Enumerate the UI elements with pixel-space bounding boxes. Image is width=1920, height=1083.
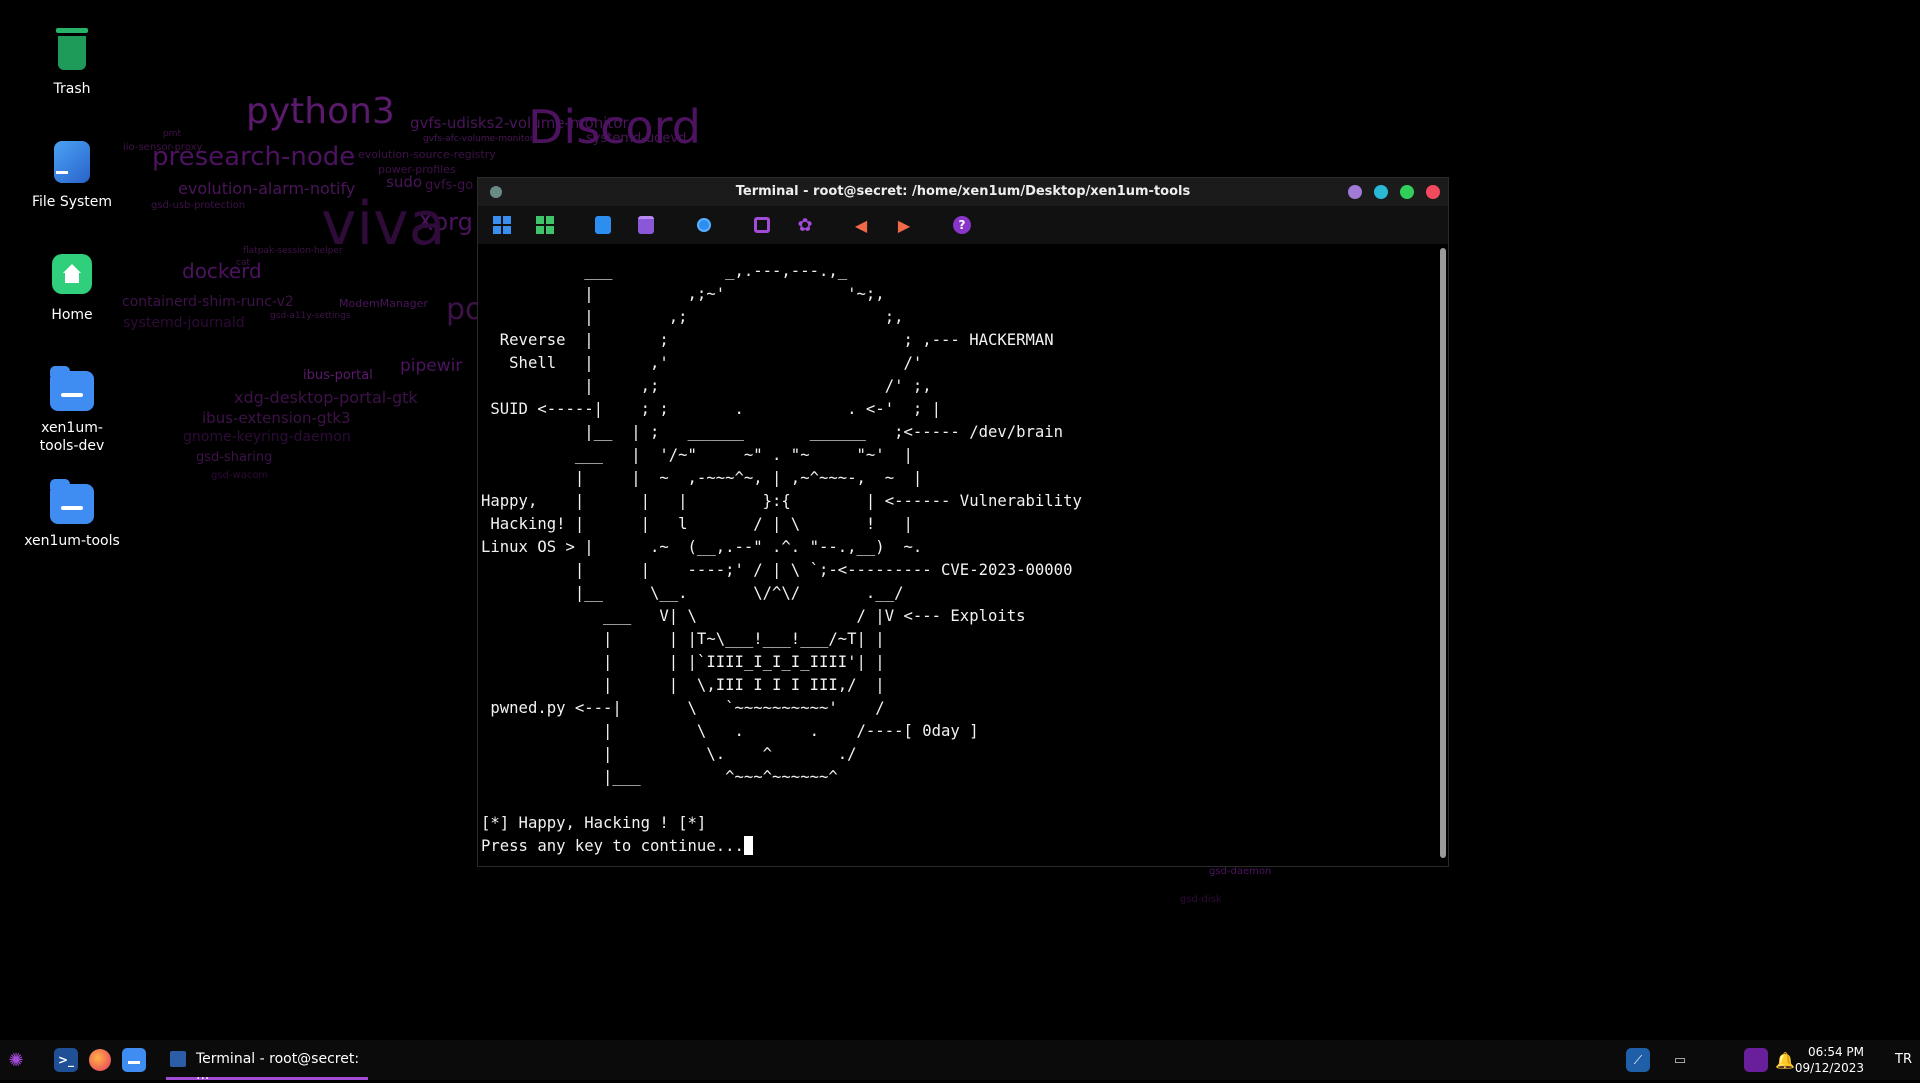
wallpaper-word: gvfs-afc-volume-monitor [423, 134, 534, 144]
wallpaper-word: ibus-portal [303, 368, 373, 383]
desktop-icon-home[interactable]: Home [12, 252, 132, 324]
desktop-icon-label: xen1um- tools-dev [39, 420, 105, 454]
clipboard-icon[interactable] [1744, 1048, 1768, 1072]
folder-icon [48, 478, 96, 526]
text-cursor [743, 836, 753, 855]
copy-icon[interactable] [593, 215, 613, 235]
keyboard-layout[interactable]: TR [1895, 1052, 1912, 1067]
wallpaper-word: gsd-sharing [196, 450, 273, 465]
terminal-text: ___ _,.---,---.,_ | ,;~' '~;, | ,; ;, Re… [481, 262, 1082, 855]
wallpaper-word: evolution-source-registry [358, 148, 496, 161]
new-tab-icon[interactable] [492, 215, 512, 235]
wallpaper-word: containerd-shim-runc-v2 [122, 294, 294, 310]
window-title: Terminal - root@secret: /home/xen1um/Des… [735, 184, 1191, 199]
wallpaper-word: flatpak-session-helper [243, 246, 343, 256]
wallpaper-word: python3 [246, 91, 395, 132]
wallpaper-word: gsd-daemon [1209, 866, 1272, 877]
wallpaper-word: systemd-udevd [586, 131, 687, 146]
wallpaper-word: sudo [386, 173, 423, 191]
terminal-window[interactable]: Terminal - root@secret: /home/xen1um/Des… [477, 177, 1449, 867]
search-icon[interactable] [694, 215, 714, 235]
desktop-icon-trash[interactable]: Trash [12, 26, 132, 98]
clock[interactable]: 06:54 PM 09/12/2023 [1795, 1044, 1864, 1076]
minimize-button[interactable] [1374, 185, 1388, 199]
next-tab-icon[interactable]: ▶ [894, 215, 914, 235]
clock-date: 09/12/2023 [1794, 1061, 1864, 1075]
wallpaper-word: iio-sensor-proxy [123, 142, 203, 153]
desktop-icon-label: Home [51, 307, 93, 323]
wallpaper-word: gvfs-udisks2-volume-monitor [410, 114, 629, 132]
system-monitor-icon[interactable]: ⟋ [1626, 1048, 1650, 1072]
file-manager-icon[interactable] [122, 1048, 146, 1072]
wallpaper-word: ibus-extension-gtk3 [202, 409, 351, 427]
terminal-scrollbar[interactable] [1440, 248, 1446, 858]
wallpaper-word: dockerd [182, 259, 262, 283]
keyboard-icon[interactable]: ▭ [1668, 1048, 1692, 1072]
wallpaper-word: gsd-a11y-settings [270, 311, 351, 321]
wallpaper-word: power-profiles [378, 163, 456, 176]
maximize-button[interactable] [1400, 185, 1414, 199]
wallpaper-word: Discord [528, 100, 701, 154]
taskbar: ✺ >_ Terminal - root@secret: ... ⟋ ▭ 🔔 0… [0, 1040, 1920, 1083]
drive-icon [48, 139, 96, 187]
notification-bell-icon[interactable]: 🔔 [1773, 1048, 1797, 1072]
wallpaper-word: cat [236, 258, 250, 268]
wallpaper-word: gvfs-go [425, 178, 474, 193]
firefox-icon[interactable] [88, 1048, 112, 1072]
desktop-icon-label: Trash [53, 81, 91, 97]
wallpaper-word: systemd-journald [123, 315, 245, 331]
wallpaper-word: evolution-alarm-notify [178, 179, 356, 198]
wallpaper-word: gsd-disk [1180, 894, 1222, 905]
clock-time: 06:54 PM [1808, 1045, 1864, 1059]
terminal-toolbar: ✿ ◀ ▶ ? [478, 206, 1448, 244]
folder-icon [48, 365, 96, 413]
terminal-output[interactable]: ___ _,.---,---.,_ | ,;~' '~;, | ,; ;, Re… [478, 244, 1438, 866]
wallpaper-word: gnome-keyring-daemon [183, 429, 351, 445]
help-icon[interactable]: ? [952, 215, 972, 235]
close-button[interactable] [1426, 185, 1440, 199]
previous-tab-icon[interactable]: ◀ [851, 215, 871, 235]
task-label: Terminal - root@secret: ... [196, 1051, 360, 1083]
new-window-icon[interactable] [535, 215, 555, 235]
terminal-icon [170, 1051, 186, 1067]
wallpaper-word: gsd-wacom [211, 470, 269, 481]
wallpaper-word: Xorg [417, 208, 473, 236]
desktop-icon-xen1um-tools-dev[interactable]: xen1um- tools-dev [12, 365, 132, 455]
paste-icon[interactable] [636, 215, 656, 235]
wallpaper-word: xdg-desktop-portal-gtk [234, 388, 418, 407]
terminal-launcher-icon[interactable]: >_ [54, 1048, 78, 1072]
desktop-icon-label: xen1um-tools [24, 533, 120, 549]
window-titlebar[interactable]: Terminal - root@secret: /home/xen1um/Des… [478, 178, 1448, 206]
wallpaper-word: ModemManager [339, 297, 428, 310]
desktop-icon-file-system[interactable]: File System [12, 139, 132, 211]
desktop-icon-label: File System [31, 194, 113, 210]
taskbar-task-terminal[interactable]: Terminal - root@secret: ... [166, 1040, 368, 1083]
trash-icon [48, 26, 96, 74]
wallpaper-word: viva [321, 189, 446, 259]
wallpaper-word: presearch-node [152, 142, 356, 172]
wallpaper-word: gsd-usb-protection [151, 200, 246, 211]
desktop-icon-xen1um-tools[interactable]: xen1um-tools [12, 478, 132, 550]
fullscreen-icon[interactable] [752, 215, 772, 235]
app-menu-icon[interactable]: ✺ [4, 1048, 28, 1072]
home-icon [48, 252, 96, 300]
wallpaper-word: pipewir [400, 356, 463, 376]
settings-icon[interactable]: ✿ [795, 215, 815, 236]
wallpaper-word: pmt [163, 129, 182, 139]
shade-button[interactable] [1348, 185, 1362, 199]
